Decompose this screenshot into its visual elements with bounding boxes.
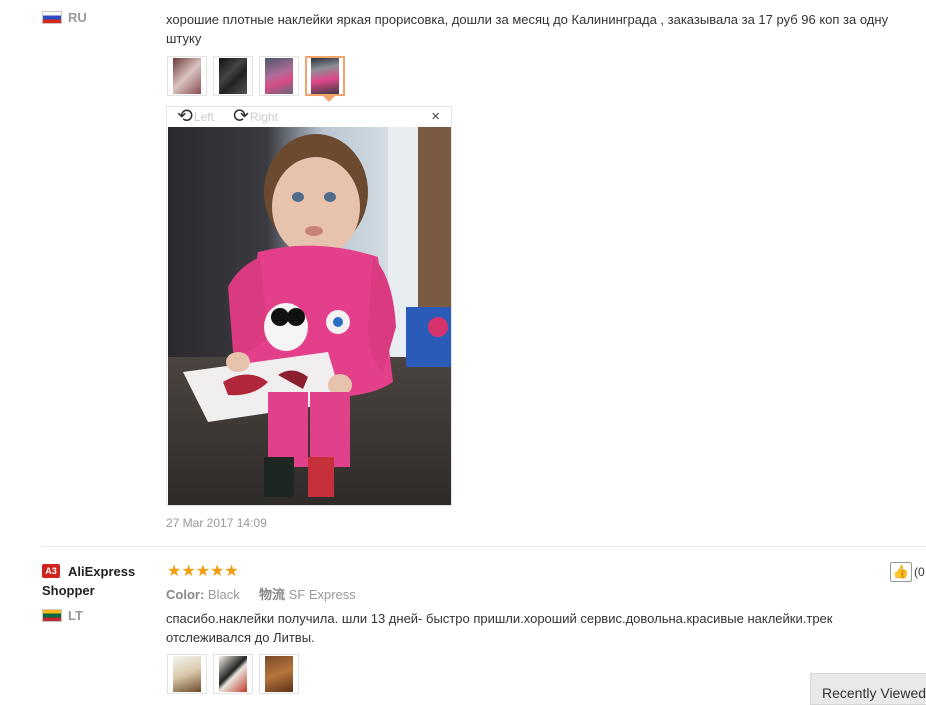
sticker-photo-thumbnail bbox=[219, 656, 247, 692]
image-viewer: ⟲ Left ⟳ Right × bbox=[166, 106, 452, 506]
rotate-left-label: Left bbox=[193, 110, 214, 124]
rotate-right-button[interactable]: ⟳ Right bbox=[233, 106, 278, 127]
lithuania-flag-icon bbox=[42, 609, 62, 622]
color-value: Black bbox=[207, 587, 240, 602]
helpful-button[interactable]: 👍 (0 bbox=[890, 562, 925, 582]
review-thumbnail[interactable] bbox=[213, 56, 253, 96]
child-photo-thumbnail bbox=[265, 58, 293, 94]
recently-viewed-tab[interactable]: Recently Viewed bbox=[810, 673, 926, 705]
review-photo-thumbnails bbox=[167, 56, 345, 102]
active-thumbnail-caret-icon bbox=[323, 96, 335, 102]
rotate-right-icon: ⟳ bbox=[233, 106, 249, 127]
rotate-left-button[interactable]: ⟲ Left bbox=[177, 106, 214, 127]
color-label: Color: bbox=[166, 587, 205, 602]
sticker-photo-thumbnail bbox=[173, 58, 201, 94]
russia-flag-icon bbox=[42, 11, 62, 24]
sticker-photo-thumbnail bbox=[219, 58, 247, 94]
star-rating: ★★★★★ bbox=[167, 563, 239, 580]
rotate-right-label: Right bbox=[249, 110, 278, 124]
sticker-photo-thumbnail bbox=[265, 656, 293, 692]
child-holding-stickers-image bbox=[168, 127, 451, 505]
review-text: хорошие плотные наклейки яркая прорисовк… bbox=[166, 12, 889, 46]
close-viewer-button[interactable]: × bbox=[431, 109, 440, 125]
reviewer-country: RU bbox=[42, 10, 87, 25]
review-date: 27 Mar 2017 14:09 bbox=[166, 516, 267, 530]
review-thumbnail[interactable] bbox=[167, 654, 207, 694]
country-code: LT bbox=[68, 608, 83, 623]
image-viewer-toolbar: ⟲ Left ⟳ Right × bbox=[167, 107, 451, 127]
child-photo-thumbnail bbox=[311, 58, 339, 94]
review-thumbnail-active[interactable] bbox=[305, 56, 345, 102]
rotate-left-icon: ⟲ bbox=[177, 106, 193, 127]
enlarged-review-photo bbox=[168, 127, 451, 505]
review-thumbnail[interactable] bbox=[259, 56, 299, 96]
review-photo-thumbnails bbox=[167, 654, 299, 694]
order-details: Color: Black 物流 SF Express bbox=[166, 584, 356, 603]
thumbs-up-icon: 👍 bbox=[890, 562, 912, 582]
package-photo-thumbnail bbox=[173, 656, 201, 692]
review-thumbnail[interactable] bbox=[213, 654, 253, 694]
reviewer-country: LT bbox=[42, 608, 83, 623]
review-text: спасибо.наклейки получила. шли 13 дней- … bbox=[166, 611, 833, 645]
shipping-label: 物流 bbox=[258, 587, 285, 602]
reviewer-name: AliExpress Shopper bbox=[42, 564, 136, 598]
review-thumbnail[interactable] bbox=[167, 56, 207, 96]
helpful-count: (0 bbox=[914, 565, 925, 579]
shipping-value: SF Express bbox=[288, 587, 356, 602]
review-divider bbox=[42, 546, 926, 547]
country-code: RU bbox=[68, 10, 87, 25]
review-thumbnail[interactable] bbox=[259, 654, 299, 694]
